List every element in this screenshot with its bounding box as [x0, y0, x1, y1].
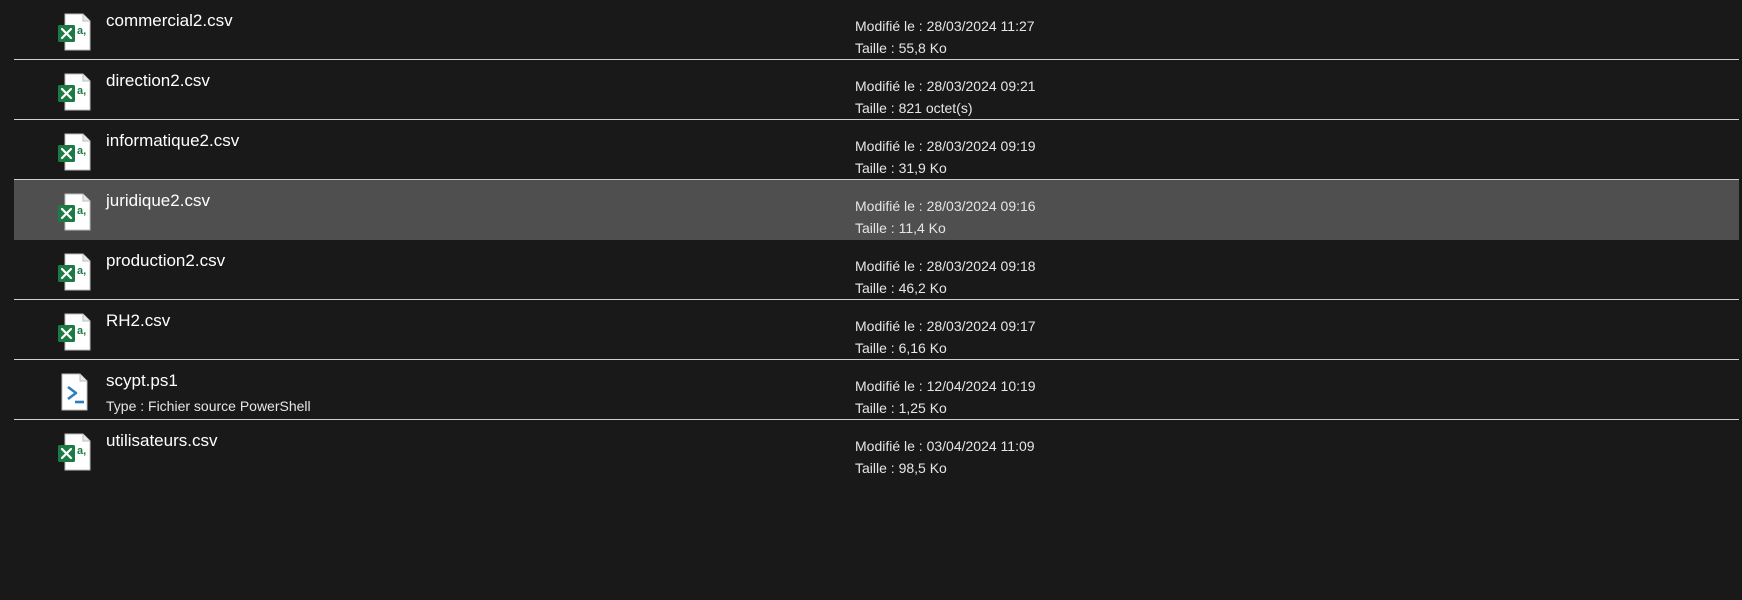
file-row[interactable]: a, RH2.csv Modifié le : 28/03/2024 09:17… [14, 300, 1739, 360]
file-name: informatique2.csv [106, 131, 240, 150]
file-name: RH2.csv [106, 311, 171, 330]
file-row[interactable]: a, commercial2.csv Modifié le : 28/03/20… [14, 0, 1739, 60]
svg-text:a,: a, [77, 325, 86, 337]
file-name: utilisateurs.csv [106, 431, 218, 450]
file-modified-date: Modifié le : 12/04/2024 10:19 [855, 378, 1036, 394]
svg-text:a,: a, [77, 265, 86, 277]
file-row[interactable]: scypt.ps1 Type : Fichier source PowerShe… [14, 360, 1739, 420]
excel-csv-icon: a, [57, 192, 93, 232]
file-meta: Modifié le : 12/04/2024 10:19 Taille : 1… [855, 375, 1036, 419]
file-meta: Modifié le : 03/04/2024 11:09 Taille : 9… [855, 435, 1035, 479]
file-name: direction2.csv [106, 71, 210, 90]
svg-text:a,: a, [77, 445, 86, 457]
file-meta: Modifié le : 28/03/2024 09:16 Taille : 1… [855, 195, 1036, 239]
file-size: Taille : 46,2 Ko [855, 280, 947, 296]
svg-text:a,: a, [77, 25, 86, 37]
file-modified-date: Modifié le : 28/03/2024 09:18 [855, 258, 1036, 274]
file-name: production2.csv [106, 251, 226, 270]
file-size: Taille : 55,8 Ko [855, 40, 947, 56]
excel-csv-icon: a, [57, 432, 93, 472]
file-row[interactable]: a, direction2.csv Modifié le : 28/03/202… [14, 60, 1739, 120]
file-type: Type : Fichier source PowerShell [106, 398, 311, 414]
file-list: a, commercial2.csv Modifié le : 28/03/20… [0, 0, 1742, 480]
file-row-selected[interactable]: a, juridique2.csv Modifié le : 28/03/202… [14, 180, 1739, 240]
file-size: Taille : 11,4 Ko [855, 220, 946, 236]
excel-csv-icon: a, [57, 12, 93, 52]
excel-csv-icon: a, [57, 72, 93, 112]
file-modified-date: Modifié le : 28/03/2024 09:21 [855, 78, 1036, 94]
file-size: Taille : 821 octet(s) [855, 100, 973, 116]
file-meta: Modifié le : 28/03/2024 11:27 Taille : 5… [855, 15, 1035, 59]
file-meta: Modifié le : 28/03/2024 09:17 Taille : 6… [855, 315, 1036, 359]
file-size: Taille : 1,25 Ko [855, 400, 947, 416]
file-modified-date: Modifié le : 28/03/2024 11:27 [855, 18, 1035, 34]
file-row[interactable]: a, informatique2.csv Modifié le : 28/03/… [14, 120, 1739, 180]
file-meta: Modifié le : 28/03/2024 09:19 Taille : 3… [855, 135, 1036, 179]
svg-text:a,: a, [77, 85, 86, 97]
excel-csv-icon: a, [57, 252, 93, 292]
powershell-script-icon [57, 372, 93, 412]
file-meta: Modifié le : 28/03/2024 09:21 Taille : 8… [855, 75, 1036, 119]
file-modified-date: Modifié le : 28/03/2024 09:16 [855, 198, 1036, 214]
file-size: Taille : 31,9 Ko [855, 160, 947, 176]
excel-csv-icon: a, [57, 312, 93, 352]
file-modified-date: Modifié le : 28/03/2024 09:19 [855, 138, 1036, 154]
excel-csv-icon: a, [57, 132, 93, 172]
file-meta: Modifié le : 28/03/2024 09:18 Taille : 4… [855, 255, 1036, 299]
file-row[interactable]: a, production2.csv Modifié le : 28/03/20… [14, 240, 1739, 300]
file-size: Taille : 6,16 Ko [855, 340, 947, 356]
file-modified-date: Modifié le : 28/03/2024 09:17 [855, 318, 1036, 334]
file-name: commercial2.csv [106, 11, 233, 30]
file-name: juridique2.csv [106, 191, 210, 210]
svg-text:a,: a, [77, 205, 86, 217]
file-modified-date: Modifié le : 03/04/2024 11:09 [855, 438, 1035, 454]
file-name: scypt.ps1 [106, 371, 178, 390]
svg-text:a,: a, [77, 145, 86, 157]
file-size: Taille : 98,5 Ko [855, 460, 947, 476]
file-row[interactable]: a, utilisateurs.csv Modifié le : 03/04/2… [14, 420, 1739, 480]
